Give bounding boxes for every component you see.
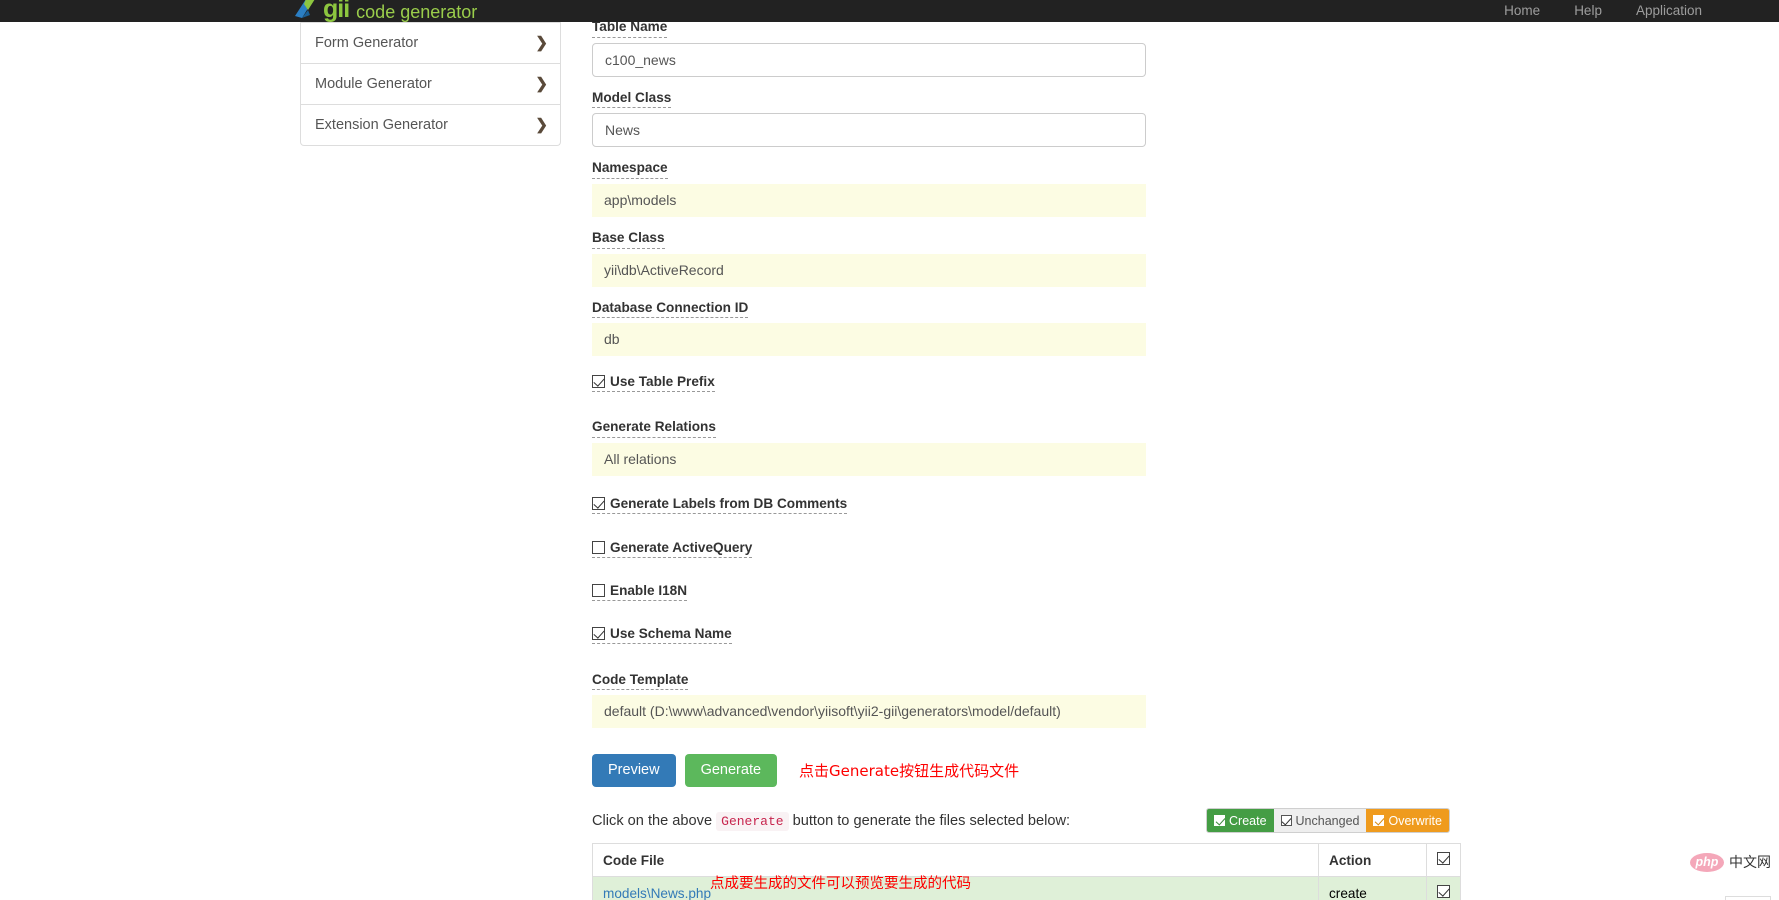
field-label-namespace: Namespace: [592, 160, 668, 179]
column-header-select-all[interactable]: [1426, 843, 1461, 878]
field-label-generate-relations: Generate Relations: [592, 419, 716, 438]
field-model-class: Model Class: [592, 89, 1152, 148]
checkbox-unchecked-icon[interactable]: [592, 540, 605, 554]
checkbox-checked-icon[interactable]: [1373, 815, 1385, 827]
use-table-prefix-checkbox[interactable]: Use Table Prefix: [592, 374, 715, 393]
sidebar-item-form-generator[interactable]: Form Generator ❯: [301, 22, 560, 63]
nav-link-home[interactable]: Home: [1487, 0, 1557, 22]
nav-link-help[interactable]: Help: [1557, 0, 1619, 22]
generate-activequery-checkbox[interactable]: Generate ActiveQuery: [592, 539, 753, 558]
checkbox-checked-icon[interactable]: [1214, 815, 1225, 827]
checkbox-label: Generate Labels from DB Comments: [610, 495, 848, 511]
result-code-tag: Generate: [716, 812, 789, 832]
field-base-class: Base Class yii\db\ActiveRecord: [592, 229, 1152, 287]
field-label-code-template: Code Template: [592, 672, 689, 691]
result-text-before: Click on the above: [592, 813, 713, 830]
code-template-select[interactable]: default (D:\www\advanced\vendor\yiisoft\…: [592, 695, 1146, 729]
field-generate-labels: Generate Labels from DB Comments: [592, 496, 1152, 515]
page-root: gii code generator Home Help Application…: [0, 0, 1779, 900]
field-label-db-connection-id: Database Connection ID: [592, 300, 749, 319]
sidebar-item-label: Module Generator: [315, 76, 432, 92]
table-name-input[interactable]: [592, 42, 1146, 77]
secondary-logo-icon: [1725, 896, 1771, 900]
field-label-model-class: Model Class: [592, 90, 672, 109]
brand-subtitle: code generator: [356, 2, 478, 23]
generate-button[interactable]: Generate: [684, 754, 778, 788]
field-enable-i18n: Enable I18N: [592, 583, 1152, 602]
cell-row-checkbox[interactable]: [1426, 876, 1461, 900]
field-use-schema-name: Use Schema Name: [592, 626, 1152, 645]
legend-filter-unchanged[interactable]: Unchanged: [1273, 809, 1367, 833]
result-instruction: Click on the above Generate button to ge…: [592, 808, 1450, 834]
sidebar-item-extension-generator[interactable]: Extension Generator ❯: [301, 104, 560, 145]
field-db-connection-id: Database Connection ID db: [592, 299, 1152, 357]
db-connection-id-input[interactable]: db: [592, 323, 1146, 357]
checkbox-checked-icon[interactable]: [592, 626, 605, 640]
brand-name: gii: [323, 0, 350, 23]
legend-label: Create: [1229, 813, 1267, 828]
checkbox-checked-icon[interactable]: [592, 375, 605, 389]
generate-labels-checkbox[interactable]: Generate Labels from DB Comments: [592, 495, 848, 514]
checkbox-checked-icon[interactable]: [1280, 815, 1292, 827]
checkbox-label: Enable I18N: [610, 582, 688, 598]
select-all-checkbox-icon[interactable]: [1437, 852, 1450, 866]
enable-i18n-checkbox[interactable]: Enable I18N: [592, 582, 688, 601]
chevron-right-icon: ❯: [535, 116, 548, 134]
field-generate-activequery: Generate ActiveQuery: [592, 540, 1152, 559]
model-generator-form: Table Name Model Class Namespace app\mod…: [592, 19, 1461, 900]
cell-action: create: [1318, 876, 1427, 900]
legend-filter-create[interactable]: Create: [1207, 809, 1274, 833]
gii-brand-logo[interactable]: gii code generator: [293, 0, 477, 22]
field-code-template: Code Template default (D:\www\advanced\v…: [592, 671, 1152, 729]
checkbox-checked-icon[interactable]: [592, 496, 605, 510]
watermark-site-label: 中文网: [1729, 855, 1771, 871]
php-logo-icon: php: [1690, 852, 1724, 872]
code-file-link[interactable]: models\News.php: [603, 886, 711, 900]
row-checkbox-icon[interactable]: [1437, 885, 1450, 899]
generate-relations-select[interactable]: All relations: [592, 442, 1146, 476]
top-navbar: gii code generator Home Help Application: [0, 0, 1779, 22]
field-label-base-class: Base Class: [592, 230, 665, 249]
legend-label: Overwrite: [1388, 813, 1442, 828]
legend-label: Unchanged: [1295, 813, 1360, 828]
checkbox-label: Generate ActiveQuery: [610, 539, 753, 555]
navbar-links: Home Help Application: [1487, 0, 1719, 22]
base-class-input[interactable]: yii\db\ActiveRecord: [592, 253, 1146, 287]
sidebar-item-module-generator[interactable]: Module Generator ❯: [301, 63, 560, 104]
result-text-after: button to generate the files selected be…: [792, 813, 1071, 830]
legend-filter-overwrite[interactable]: Overwrite: [1366, 809, 1449, 833]
annotation-generate-note: 点击Generate按钮生成代码文件: [799, 762, 1020, 781]
chevron-right-icon: ❯: [535, 34, 548, 52]
gii-logo-icon: [293, 0, 319, 22]
field-table-name: Table Name: [592, 18, 1152, 77]
field-namespace: Namespace app\models: [592, 159, 1152, 217]
php-watermark: php 中文网: [1690, 852, 1771, 872]
annotation-row-note: 点成要生成的文件可以预览要生成的代码: [710, 876, 971, 892]
checkbox-label: Use Table Prefix: [610, 374, 715, 390]
use-schema-name-checkbox[interactable]: Use Schema Name: [592, 626, 732, 644]
field-generate-relations: Generate Relations All relations: [592, 418, 1152, 476]
namespace-input[interactable]: app\models: [592, 183, 1146, 217]
checkbox-unchecked-icon[interactable]: [592, 583, 605, 597]
form-actions: Preview Generate 点击Generate按钮生成代码文件: [592, 754, 1152, 788]
model-class-input[interactable]: [592, 113, 1146, 148]
chevron-right-icon: ❯: [535, 75, 548, 93]
nav-link-application[interactable]: Application: [1619, 0, 1719, 22]
sidebar-item-label: Extension Generator: [315, 117, 448, 133]
checkbox-label: Use Schema Name: [610, 625, 732, 641]
sidebar-item-label: Form Generator: [315, 35, 419, 51]
field-use-table-prefix: Use Table Prefix: [592, 374, 1152, 393]
file-status-legend: Create Unchanged Overwrite: [1206, 808, 1450, 834]
column-header-action: Action: [1318, 843, 1427, 878]
preview-button[interactable]: Preview: [592, 754, 676, 788]
generators-sidebar: Form Generator ❯ Module Generator ❯ Exte…: [300, 22, 561, 146]
